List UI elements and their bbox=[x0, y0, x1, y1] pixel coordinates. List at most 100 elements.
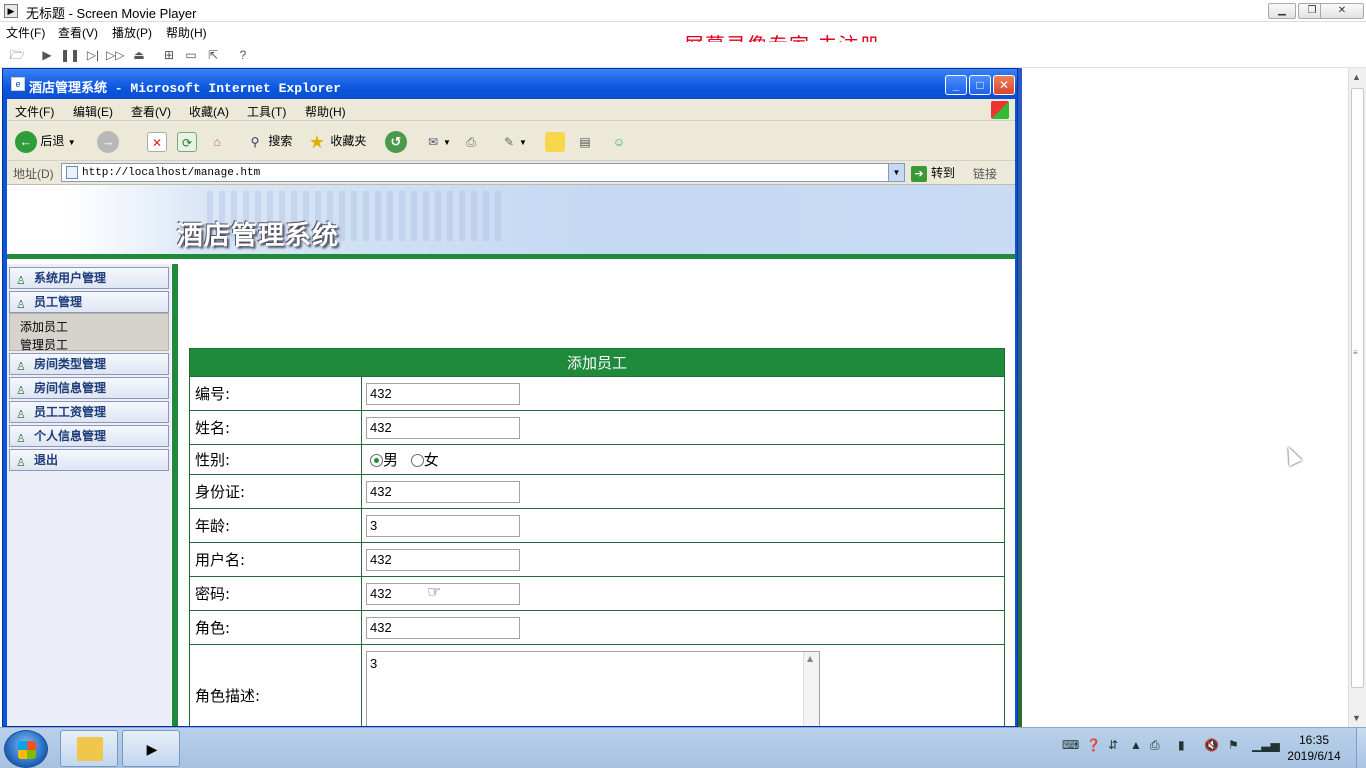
form-title: 添加员工 bbox=[189, 348, 1005, 377]
show-hidden-icons[interactable]: ▲ bbox=[1130, 738, 1142, 752]
discuss-button[interactable] bbox=[545, 129, 565, 153]
sidebar-item-room-info[interactable]: ♙ 房间信息管理 bbox=[9, 377, 169, 399]
textarea-scroll-up-icon[interactable]: ▲ bbox=[807, 654, 813, 663]
sidebar-subitem-manage-staff[interactable]: 管理员工 bbox=[20, 336, 68, 353]
forward-arrow-icon: → bbox=[97, 130, 119, 153]
back-arrow-icon: ← bbox=[15, 130, 37, 153]
search-label: 搜索 bbox=[268, 134, 293, 148]
go-button[interactable]: ➔ 转到 bbox=[911, 164, 955, 182]
role-description-value: 3 bbox=[370, 656, 378, 671]
sidebar-item-salary[interactable]: ♙ 员工工资管理 bbox=[9, 401, 169, 423]
minimize-button[interactable]: ▁ bbox=[1268, 3, 1296, 19]
fullscreen-icon[interactable]: ⊞ bbox=[160, 46, 178, 64]
ie-minimize-button[interactable]: _ bbox=[945, 75, 967, 95]
gender-female-radio[interactable] bbox=[410, 454, 424, 467]
mail-dropdown-icon[interactable]: ▼ bbox=[443, 138, 451, 147]
research-button[interactable]: ▤ bbox=[575, 129, 595, 153]
player-menu-play[interactable]: 播放(P) bbox=[112, 24, 152, 41]
player-menu-file[interactable]: 文件(F) bbox=[6, 24, 45, 41]
close-button[interactable]: ✕ bbox=[1320, 3, 1364, 19]
window-icon[interactable]: ▭ bbox=[182, 46, 200, 64]
start-button[interactable] bbox=[4, 730, 48, 768]
keyboard-icon[interactable]: ⌨ bbox=[1062, 738, 1079, 752]
step-forward-icon[interactable]: ▷| bbox=[84, 46, 102, 64]
role-field[interactable] bbox=[366, 616, 520, 639]
stop-button[interactable]: ✕ bbox=[147, 129, 167, 153]
help-tray-icon[interactable]: ❓ bbox=[1086, 738, 1101, 752]
username-field[interactable] bbox=[366, 548, 520, 571]
ie-maximize-button[interactable]: □ bbox=[969, 75, 991, 95]
ie-menu-help[interactable]: 帮助(H) bbox=[305, 103, 346, 120]
links-button[interactable]: 链接 bbox=[973, 165, 997, 182]
taskbar: ▶ ⌨ ❓ ⇵ ▲ ⎙ ▮ 🔇 ⚑ ▁▃▅ 16:35 2019/6/14 bbox=[0, 727, 1366, 768]
scroll-up-icon[interactable]: ▲ bbox=[1352, 72, 1361, 82]
export-icon[interactable]: ⇱ bbox=[204, 46, 222, 64]
player-menu-view[interactable]: 查看(V) bbox=[58, 24, 98, 41]
idcard-field[interactable] bbox=[366, 480, 520, 503]
password-field[interactable] bbox=[366, 582, 520, 605]
scrollbar-thumb[interactable] bbox=[1351, 88, 1364, 688]
pause-icon[interactable]: ❚❚ bbox=[60, 46, 80, 64]
player-window-title: 无标题 - Screen Movie Player bbox=[26, 6, 197, 21]
signal-icon[interactable]: ▁▃▅ bbox=[1252, 738, 1280, 752]
play-icon[interactable]: ▶ bbox=[38, 46, 56, 64]
edit-dropdown-icon[interactable]: ▼ bbox=[519, 138, 527, 147]
devices-icon[interactable]: ⎙ bbox=[1150, 738, 1160, 753]
gender-male-radio[interactable] bbox=[370, 454, 383, 467]
stop-icon[interactable]: ⏏ bbox=[130, 46, 148, 64]
scroll-down-icon[interactable]: ▼ bbox=[1352, 713, 1361, 723]
messenger-button[interactable]: ☺ bbox=[609, 129, 629, 153]
go-label: 转到 bbox=[931, 166, 956, 180]
name-field[interactable] bbox=[366, 416, 520, 439]
sidebar-item-logout[interactable]: ♙ 退出 bbox=[9, 449, 169, 471]
age-field[interactable] bbox=[366, 514, 520, 537]
show-desktop-button[interactable] bbox=[1356, 728, 1366, 768]
ie-menu-favorites[interactable]: 收藏(A) bbox=[189, 103, 229, 120]
user-icon: ♙ bbox=[16, 409, 26, 421]
favorites-button[interactable]: ★ 收藏夹 bbox=[307, 129, 366, 153]
textarea-scrollbar[interactable]: ▲▼ bbox=[803, 652, 819, 726]
refresh-button[interactable]: ⟳ bbox=[177, 129, 197, 153]
ie-menu-tools[interactable]: 工具(T) bbox=[247, 103, 286, 120]
taskbar-explorer[interactable] bbox=[60, 730, 118, 767]
help-icon[interactable]: ? bbox=[234, 46, 252, 64]
home-icon: ⌂ bbox=[213, 134, 221, 149]
player-scrollbar[interactable]: ▲ ≡ ▼ bbox=[1348, 68, 1366, 727]
address-input[interactable]: http://localhost/manage.htm ▼ bbox=[61, 163, 905, 182]
print-button[interactable]: ⎙ bbox=[461, 129, 481, 153]
network-tray-icon[interactable]: ⇵ bbox=[1108, 738, 1118, 752]
clock[interactable]: 16:35 2019/6/14 bbox=[1282, 732, 1346, 764]
scroll-grip-icon: ≡ bbox=[1353, 348, 1358, 357]
id-field[interactable] bbox=[366, 382, 520, 405]
open-folder-icon[interactable]: 🗁 bbox=[8, 46, 26, 64]
role-description-textarea[interactable]: 3 ▲▼ bbox=[366, 651, 820, 726]
sidebar-item-system-users[interactable]: ♙ 系统用户管理 bbox=[9, 267, 169, 289]
flag-tray-icon[interactable]: ⚑ bbox=[1228, 738, 1239, 752]
sidebar-item-label: 员工管理 bbox=[34, 295, 83, 309]
sidebar-item-staff[interactable]: ♙ 员工管理 bbox=[9, 291, 169, 313]
field-label-name: 姓名: bbox=[189, 410, 362, 445]
forward-button[interactable]: → bbox=[97, 129, 119, 153]
search-button[interactable]: ⚲ 搜索 bbox=[245, 129, 293, 153]
ie-close-button[interactable]: ✕ bbox=[993, 75, 1015, 95]
back-dropdown-icon[interactable]: ▼ bbox=[68, 138, 76, 147]
player-menu-help[interactable]: 帮助(H) bbox=[166, 24, 207, 41]
sidebar-item-personal-info[interactable]: ♙ 个人信息管理 bbox=[9, 425, 169, 447]
home-button[interactable]: ⌂ bbox=[207, 129, 227, 153]
ie-menu-file[interactable]: 文件(F) bbox=[15, 103, 54, 120]
sidebar-subitem-add-staff[interactable]: 添加员工 bbox=[20, 318, 68, 335]
taskbar-player[interactable]: ▶ bbox=[122, 730, 180, 767]
sidebar-item-room-types[interactable]: ♙ 房间类型管理 bbox=[9, 353, 169, 375]
ie-menu-edit[interactable]: 编辑(E) bbox=[73, 103, 113, 120]
history-button[interactable]: ↺ bbox=[385, 129, 407, 153]
edit-button[interactable]: ✎ ▼ bbox=[499, 129, 527, 153]
volume-icon[interactable]: 🔇 bbox=[1204, 738, 1219, 752]
ie-menu-view[interactable]: 查看(V) bbox=[131, 103, 171, 120]
fast-forward-icon[interactable]: ▷▷ bbox=[106, 46, 124, 64]
mail-button[interactable]: ✉ ▼ bbox=[423, 129, 451, 153]
back-label: 后退 bbox=[40, 134, 65, 148]
back-button[interactable]: ← 后退 ▼ bbox=[15, 129, 76, 153]
sidebar-item-label: 员工工资管理 bbox=[34, 405, 107, 419]
battery-icon[interactable]: ▮ bbox=[1178, 738, 1185, 752]
address-dropdown-icon[interactable]: ▼ bbox=[888, 164, 904, 181]
